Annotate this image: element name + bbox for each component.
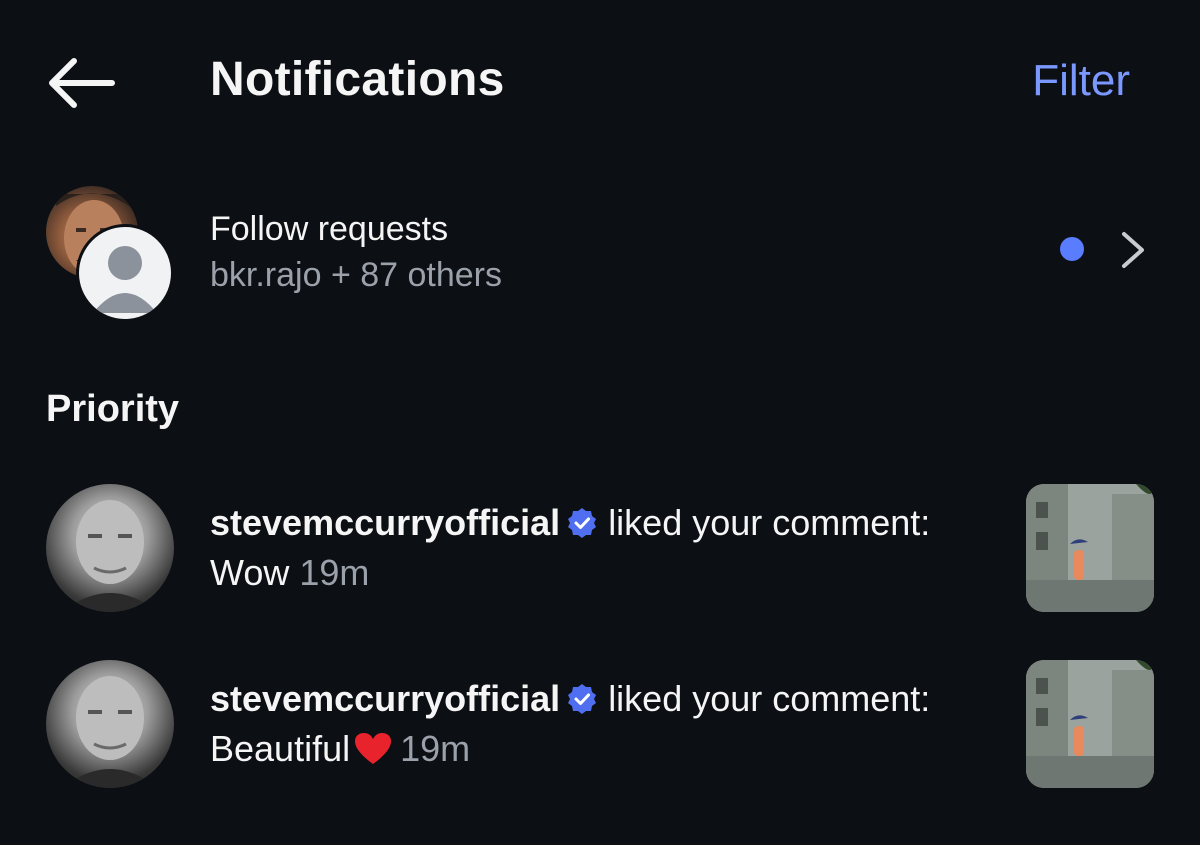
heart-emoji-icon (355, 733, 392, 764)
avatar[interactable] (46, 660, 174, 788)
page-title: Notifications (210, 53, 505, 106)
notification-action: liked your comment: (608, 678, 931, 719)
section-title-priority: Priority (46, 388, 180, 430)
notification-item[interactable]: stevemccurryofficial liked your comment:… (0, 660, 1200, 790)
header: Notifications Filter (0, 0, 1200, 165)
notification-action: liked your comment: (608, 502, 931, 543)
notification-username[interactable]: stevemccurryofficial (210, 502, 560, 543)
avatar[interactable] (46, 484, 174, 612)
notification-detail: Beautiful 19m (210, 728, 470, 770)
filter-button[interactable]: Filter (1032, 56, 1130, 106)
arrow-left-icon (49, 58, 115, 108)
notification-text: stevemccurryofficial liked your comment: (210, 678, 930, 720)
follow-requests-title: Follow requests (210, 210, 449, 248)
comment-text: Beautiful (210, 728, 351, 769)
follow-requests-row[interactable]: Follow requests bkr.rajo + 87 others (0, 180, 1200, 325)
follow-requests-avatars (46, 186, 178, 322)
notification-item[interactable]: stevemccurryofficial liked your comment:… (0, 484, 1200, 614)
follow-requests-subtitle: bkr.rajo + 87 others (210, 256, 503, 294)
user-silhouette-icon (93, 246, 157, 313)
notification-username[interactable]: stevemccurryofficial (210, 678, 560, 719)
chevron-right-icon (1122, 232, 1144, 268)
timestamp: 19m (299, 552, 370, 593)
unread-dot (1060, 237, 1084, 261)
post-thumbnail[interactable] (1026, 660, 1154, 788)
default-avatar (76, 224, 174, 322)
back-button[interactable] (44, 50, 118, 116)
verified-badge-icon (568, 508, 597, 538)
comment-text: Wow (210, 552, 290, 593)
verified-badge-icon (568, 684, 597, 714)
notification-text: stevemccurryofficial liked your comment: (210, 502, 930, 544)
timestamp: 19m (400, 728, 471, 769)
notification-detail: Wow 19m (210, 552, 369, 594)
post-thumbnail[interactable] (1026, 484, 1154, 612)
